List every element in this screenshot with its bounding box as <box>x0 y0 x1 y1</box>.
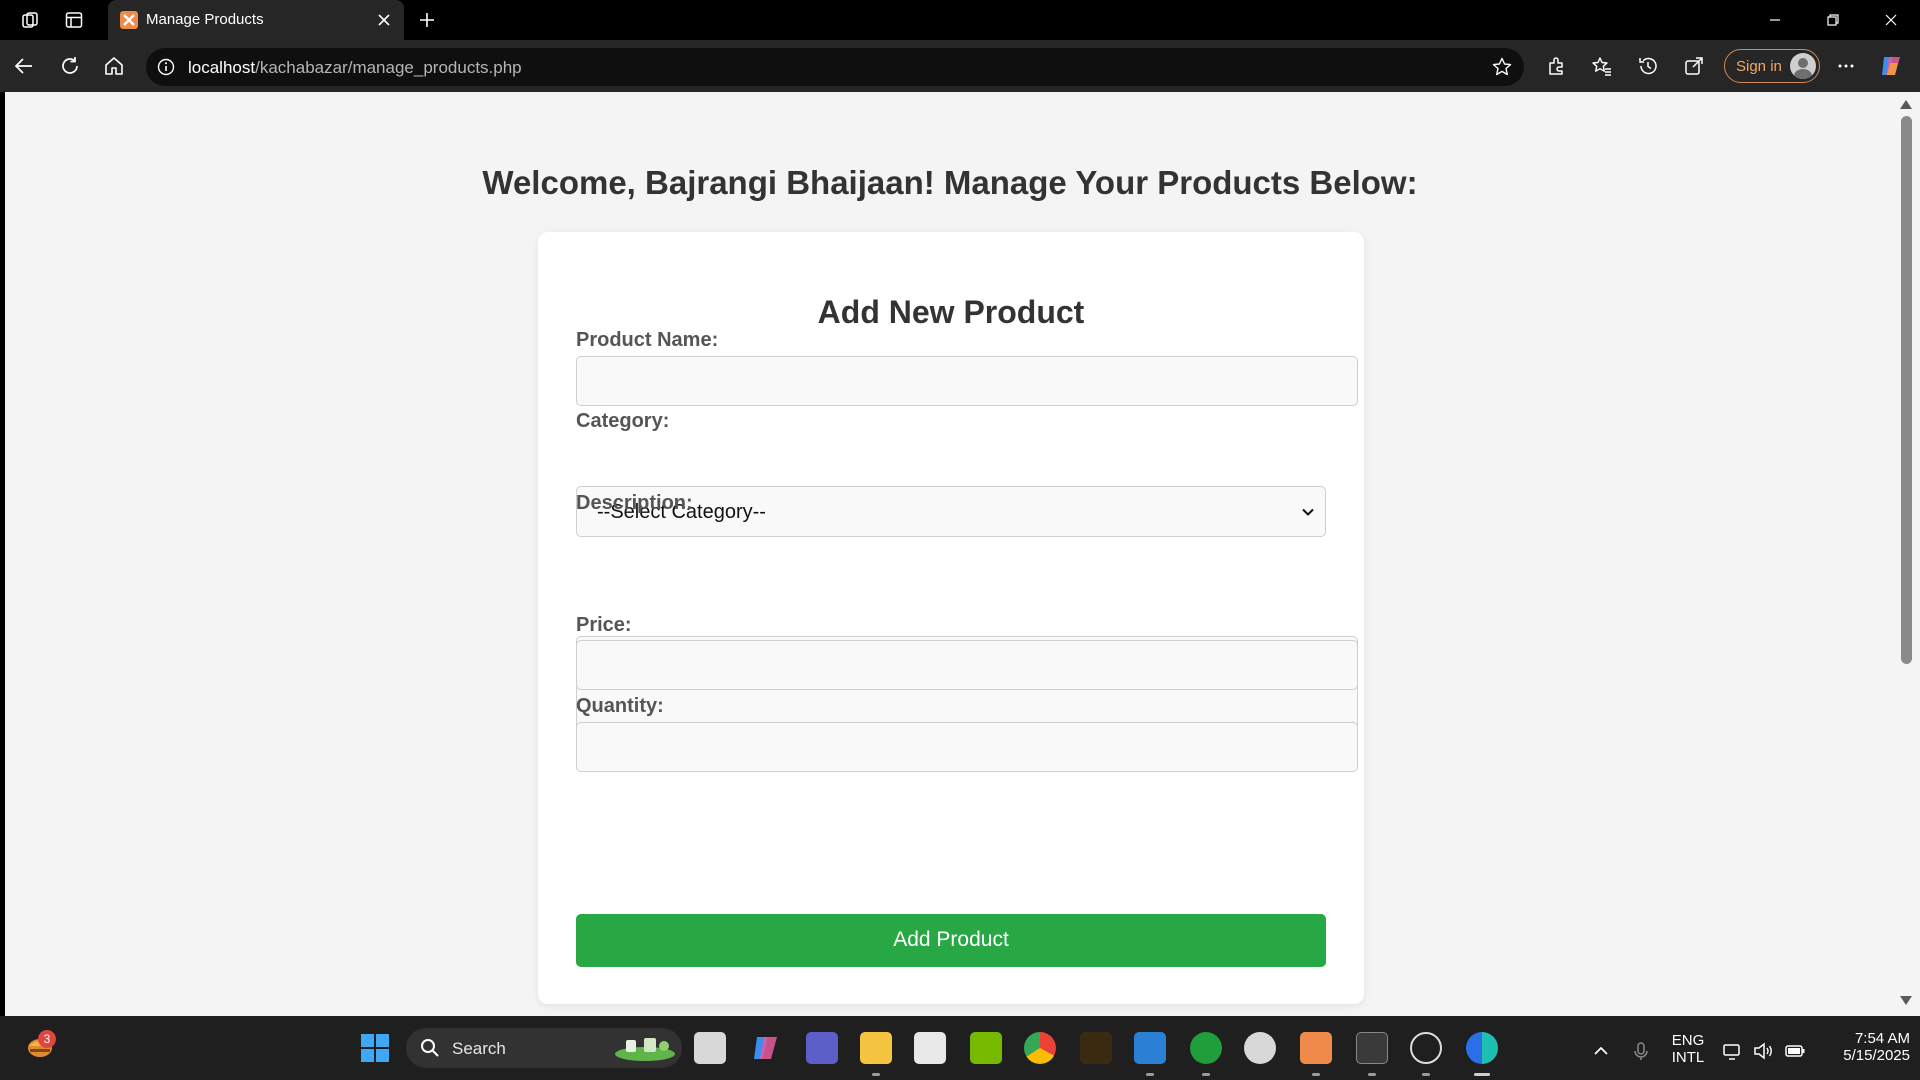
restore-icon[interactable] <box>1804 0 1862 40</box>
share-icon[interactable] <box>1678 50 1710 82</box>
edge-icon[interactable] <box>1466 1032 1498 1064</box>
language-indicator[interactable]: ENG INTL <box>1664 1032 1712 1066</box>
chevron-down-icon <box>1302 508 1314 516</box>
site-info-icon[interactable] <box>156 57 176 77</box>
language-line-2: INTL <box>1671 1049 1705 1066</box>
extensions-icon[interactable] <box>1540 50 1572 82</box>
minimize-icon[interactable] <box>1746 0 1804 40</box>
search-icon <box>421 1039 439 1057</box>
teams-icon[interactable] <box>806 1032 838 1064</box>
product-name-label: Product Name: <box>576 329 719 351</box>
page-viewport: Welcome, Bajrangi Bhaijaan! Manage Your … <box>5 92 1895 1016</box>
category-label: Category: <box>576 410 670 432</box>
running-indicator <box>1146 1073 1154 1076</box>
active-indicator <box>1474 1073 1490 1076</box>
product-name-input[interactable] <box>576 356 1358 406</box>
running-indicator <box>1368 1073 1376 1076</box>
nvidia-icon[interactable] <box>970 1032 1002 1064</box>
show-hidden-icons-icon[interactable] <box>1590 1040 1612 1062</box>
running-indicator <box>1422 1073 1430 1076</box>
price-input[interactable] <box>576 640 1358 690</box>
clock-time: 7:54 AM <box>1854 1030 1910 1047</box>
copilot-icon[interactable] <box>1878 53 1904 79</box>
search-highlight-illustration-icon <box>615 1038 675 1061</box>
url-text[interactable]: localhost/kachabazar/manage_products.php <box>188 58 522 78</box>
search-label: Search <box>452 1039 506 1058</box>
running-indicator <box>872 1073 880 1076</box>
battery-icon[interactable] <box>1784 1040 1806 1062</box>
page-title: Welcome, Bajrangi Bhaijaan! Manage Your … <box>482 164 1418 201</box>
url-path: /kachabazar/manage_products.php <box>255 58 522 77</box>
tab-manage-products[interactable]: Manage Products <box>108 0 404 40</box>
start-icon[interactable] <box>359 1032 391 1064</box>
browser-toolbar: localhost/kachabazar/manage_products.php… <box>0 40 1920 92</box>
form-title: Add New Product <box>817 294 1085 330</box>
close-window-icon[interactable] <box>1862 0 1920 40</box>
browser-title-bar: Manage Products <box>0 0 1920 40</box>
refresh-icon[interactable] <box>54 50 86 82</box>
more-options-icon[interactable] <box>1830 50 1862 82</box>
address-bar[interactable]: localhost/kachabazar/manage_products.php <box>146 48 1524 86</box>
add-product-label: Add Product <box>893 928 1009 951</box>
running-indicator <box>1202 1073 1210 1076</box>
new-tab-icon[interactable] <box>412 6 442 34</box>
file-explorer-icon[interactable] <box>860 1032 892 1064</box>
xbox-app-icon[interactable] <box>1244 1032 1276 1064</box>
tab-title: Manage Products <box>146 11 264 28</box>
taskbar-search-box[interactable]: Search <box>406 1028 682 1068</box>
quantity-input[interactable] <box>576 722 1358 772</box>
widgets-badge: 3 <box>38 1030 56 1048</box>
clock-date: 5/15/2025 <box>1843 1047 1910 1064</box>
volume-icon[interactable] <box>1752 1040 1774 1062</box>
copilot-app-icon[interactable] <box>750 1032 782 1064</box>
workbench-icon[interactable] <box>1080 1032 1112 1064</box>
running-indicator <box>1312 1073 1320 1076</box>
obs-icon[interactable] <box>1410 1032 1442 1064</box>
network-icon[interactable] <box>1722 1040 1744 1062</box>
back-icon[interactable] <box>8 50 40 82</box>
xbox-icon[interactable] <box>1190 1032 1222 1064</box>
workspaces-icon[interactable] <box>14 6 46 34</box>
history-icon[interactable] <box>1632 50 1664 82</box>
terminal-icon[interactable] <box>1356 1032 1388 1064</box>
task-view-icon[interactable] <box>694 1032 726 1064</box>
description-label: Description: <box>576 492 693 514</box>
sign-in-label: Sign in <box>1736 58 1782 75</box>
scrollbar-thumb[interactable] <box>1901 116 1912 664</box>
scroll-down-arrow-icon[interactable] <box>1900 996 1912 1005</box>
chrome-icon[interactable] <box>1024 1032 1056 1064</box>
sign-in-button[interactable]: Sign in <box>1724 49 1820 83</box>
clock[interactable]: 7:54 AM 5/15/2025 <box>1810 1030 1910 1064</box>
vertical-tabs-icon[interactable] <box>58 6 90 34</box>
tab-close-icon[interactable] <box>370 6 398 34</box>
favorites-icon[interactable] <box>1586 50 1618 82</box>
xampp-icon[interactable] <box>1300 1032 1332 1064</box>
microphone-icon[interactable] <box>1630 1040 1652 1062</box>
add-product-button[interactable]: Add Product <box>576 914 1326 967</box>
home-icon[interactable] <box>98 50 130 82</box>
vscode-icon[interactable] <box>1134 1032 1166 1064</box>
avatar <box>1790 53 1816 79</box>
price-label: Price: <box>576 614 632 636</box>
favorite-star-icon[interactable] <box>1490 55 1514 79</box>
language-line-1: ENG <box>1671 1032 1705 1049</box>
xampp-favicon-icon <box>120 11 138 29</box>
quantity-label: Quantity: <box>576 695 664 717</box>
scroll-up-arrow-icon[interactable] <box>1900 100 1912 109</box>
url-host: localhost <box>188 58 256 77</box>
add-product-form: Add New Product Product Name: Category: … <box>538 232 1364 1004</box>
microsoft-store-icon[interactable] <box>914 1032 946 1064</box>
